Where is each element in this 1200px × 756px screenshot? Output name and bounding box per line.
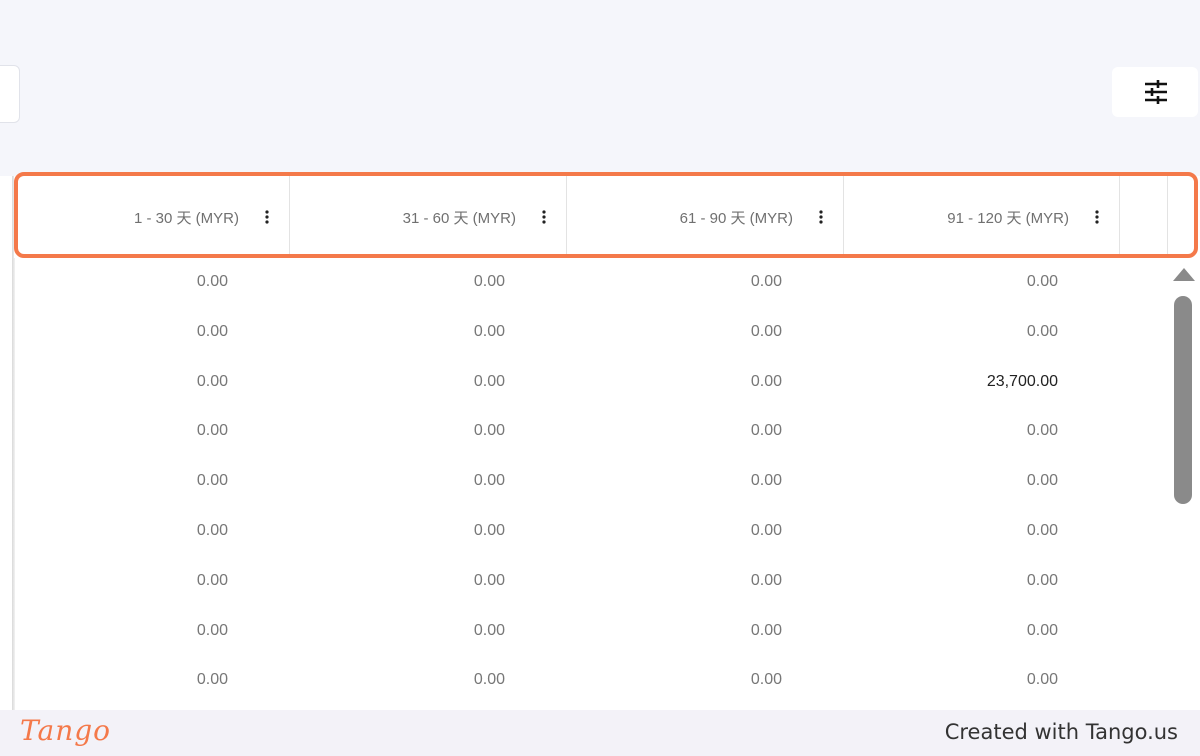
table-cell: 0.00 [473, 372, 505, 390]
table-cell: 0.00 [196, 521, 228, 539]
table-cell: 0.00 [1026, 273, 1058, 290]
table-cell: 0.00 [1026, 621, 1058, 639]
column-header-label: 61 - 90 天 (MYR) [679, 209, 793, 227]
column-header-91-120[interactable]: 91 - 120 天 (MYR) [844, 176, 1120, 258]
table-cell: 0.00 [750, 571, 782, 589]
table-row[interactable]: 0.00 0.00 0.00 23,700.00 [14, 358, 1168, 408]
table-cell: 0.00 [750, 521, 782, 539]
table-cell: 0.00 [750, 671, 782, 689]
table-cell: 0.00 [1026, 472, 1058, 490]
column-menu-icon[interactable] [534, 204, 554, 230]
table-row[interactable]: 0.00 0.00 0.00 0.00 [14, 607, 1168, 657]
table-cell: 0.00 [196, 273, 228, 290]
column-menu-icon[interactable] [811, 204, 831, 230]
column-header-1-30[interactable]: 1 - 30 天 (MYR) [14, 176, 290, 258]
table-cell: 0.00 [1026, 422, 1058, 440]
table-row[interactable]: 0.00 0.00 0.00 0.00 [14, 407, 1168, 457]
table-cell: 0.00 [750, 422, 782, 440]
table-cell: 0.00 [750, 273, 782, 290]
grid-toolbar [0, 0, 1200, 176]
vertical-scrollbar[interactable] [1168, 258, 1200, 710]
scroll-up-arrow-icon[interactable] [1173, 268, 1195, 281]
filter-settings-button[interactable] [1112, 67, 1198, 117]
table-row[interactable]: 0.00 0.00 0.00 0.00 [14, 507, 1168, 557]
table-row[interactable]: 0.00 0.00 0.00 0.00 [14, 457, 1168, 507]
table-cell: 0.00 [196, 472, 228, 490]
column-header-label: 1 - 30 天 (MYR) [133, 209, 239, 227]
table-cell: 0.00 [196, 422, 228, 440]
table-cell: 0.00 [473, 472, 505, 490]
table-cell: 0.00 [196, 621, 228, 639]
table-cell: 0.00 [473, 521, 505, 539]
column-header-31-60[interactable]: 31 - 60 天 (MYR) [290, 176, 567, 258]
table-cell: 0.00 [196, 372, 228, 390]
column-header-next[interactable] [1120, 176, 1168, 258]
table-cell: 0.00 [473, 422, 505, 440]
table-cell: 0.00 [196, 671, 228, 689]
table-cell: 0.00 [750, 372, 782, 390]
table-cell: 0.00 [1026, 322, 1058, 340]
scrollbar-thumb[interactable] [1174, 296, 1192, 504]
table-cell: 0.00 [473, 273, 505, 290]
table-row[interactable]: 0.00 0.00 0.00 0.00 [14, 258, 1168, 308]
table-row[interactable]: 0.00 0.00 0.00 0.00 [14, 656, 1168, 706]
tango-logo: Tango [20, 714, 112, 747]
table-cell: 0.00 [196, 571, 228, 589]
column-header-label: 91 - 120 天 (MYR) [947, 209, 1069, 227]
tango-footer: Tango Created with Tango.us [0, 710, 1200, 756]
tango-credit: Created with Tango.us [944, 720, 1178, 744]
grid-body: 0.00 0.00 0.00 0.00 0.00 0.00 0.00 0.00 0.00 0.00… [14, 258, 1168, 706]
table-cell: 0.00 [1026, 571, 1058, 589]
sliders-icon [1145, 80, 1167, 104]
column-menu-icon[interactable] [257, 204, 277, 230]
table-cell: 0.00 [750, 322, 782, 340]
table-cell: 0.00 [1026, 521, 1058, 539]
column-menu-icon[interactable] [1087, 204, 1107, 230]
grid-header-row: 1 - 30 天 (MYR) 31 - 60 天 (MYR) 61 - 90 天… [14, 176, 1200, 258]
column-header-label: 31 - 60 天 (MYR) [402, 209, 516, 227]
table-row[interactable]: 0.00 0.00 0.00 0.00 [14, 557, 1168, 607]
search-input[interactable] [0, 65, 20, 123]
table-cell: 0.00 [473, 571, 505, 589]
aging-report-grid: 1 - 30 天 (MYR) 31 - 60 天 (MYR) 61 - 90 天… [0, 176, 1200, 710]
column-header-61-90[interactable]: 61 - 90 天 (MYR) [567, 176, 844, 258]
table-cell: 23,700.00 [986, 372, 1058, 390]
table-cell: 0.00 [750, 472, 782, 490]
table-row[interactable]: 0.00 0.00 0.00 0.00 [14, 308, 1168, 358]
table-cell: 0.00 [196, 322, 228, 340]
table-cell: 0.00 [473, 621, 505, 639]
table-cell: 0.00 [750, 621, 782, 639]
table-cell: 0.00 [473, 322, 505, 340]
table-cell: 0.00 [473, 671, 505, 689]
table-cell: 0.00 [1026, 671, 1058, 689]
